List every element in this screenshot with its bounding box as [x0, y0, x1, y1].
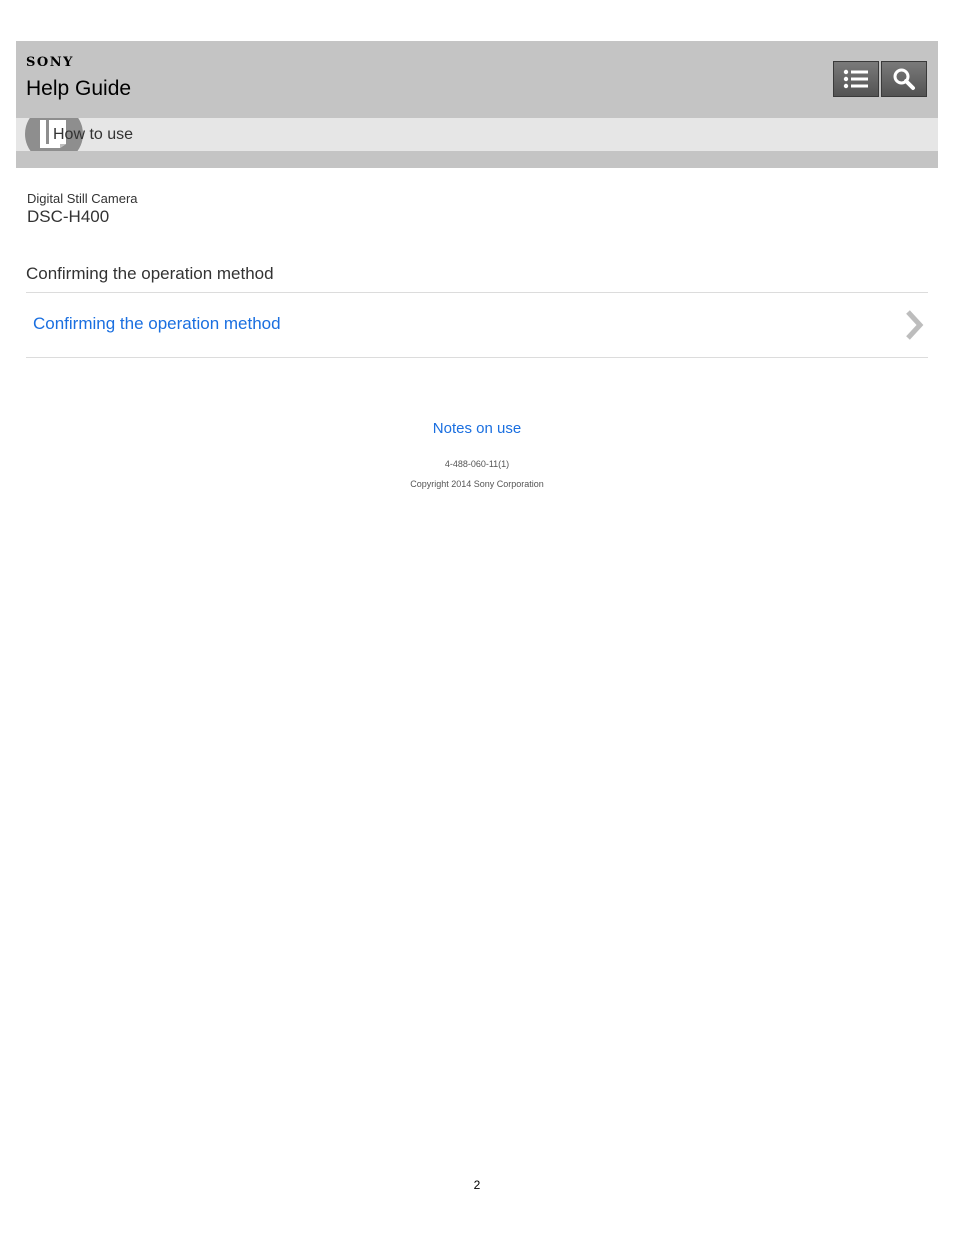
search-button[interactable] [881, 61, 927, 97]
search-icon [893, 68, 915, 90]
contents-list-button[interactable] [833, 61, 879, 97]
product-type: Digital Still Camera [27, 191, 138, 206]
section-heading: Confirming the operation method [26, 264, 274, 283]
divider [26, 357, 928, 358]
header-bar: SONY Help Guide [16, 41, 938, 118]
page-number: 2 [473, 1178, 481, 1192]
list-icon [843, 69, 868, 89]
topic-link[interactable]: Confirming the operation method [33, 314, 281, 334]
category-bar-bottom [16, 151, 938, 168]
notes-on-use-link[interactable]: Notes on use [0, 420, 954, 437]
chevron-right-icon [906, 310, 924, 340]
category-label[interactable]: How to use [53, 126, 133, 144]
topic-item[interactable]: Confirming the operation method [26, 293, 928, 357]
sony-logo: SONY [26, 55, 74, 70]
page-title: Help Guide [26, 77, 132, 100]
category-bar: How to use [16, 118, 938, 151]
product-model: DSC-H400 [27, 207, 110, 226]
document-number: 4-488-060-11(1) [444, 459, 510, 469]
copyright-text: Copyright 2014 Sony Corporation [410, 479, 544, 489]
